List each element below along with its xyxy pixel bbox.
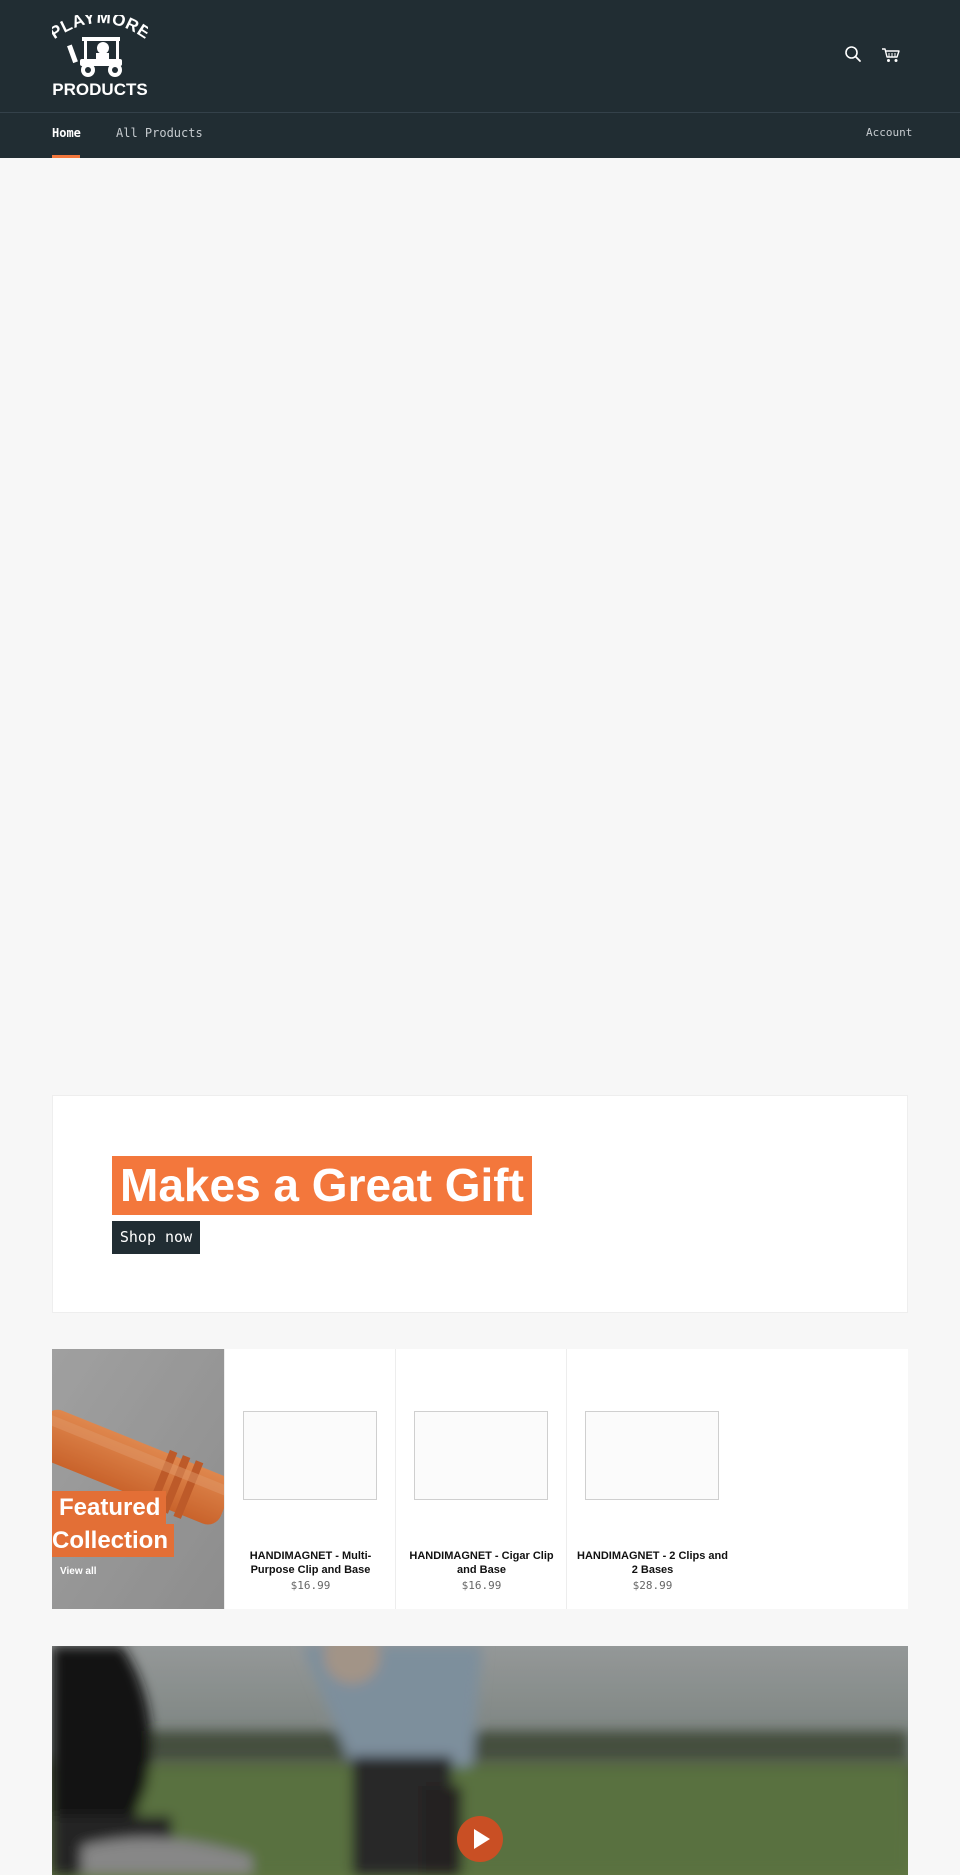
featured-collection-tile[interactable]: Featured Collection View all bbox=[52, 1349, 224, 1609]
nav-all-products-link[interactable]: All Products bbox=[116, 126, 203, 140]
featured-collection: Featured Collection View all HANDIMAGNET… bbox=[52, 1349, 908, 1609]
search-icon[interactable] bbox=[844, 45, 862, 63]
svg-text:PRODUCTS: PRODUCTS bbox=[52, 80, 147, 99]
cart-icon[interactable] bbox=[881, 47, 901, 63]
gift-banner-title: Makes a Great Gift bbox=[112, 1156, 532, 1215]
product-image-placeholder bbox=[243, 1411, 377, 1500]
featured-title-line2: Collection bbox=[52, 1524, 175, 1557]
product-card[interactable]: HANDIMAGNET - Multi-Purpose Clip and Bas… bbox=[224, 1349, 395, 1609]
video-section bbox=[52, 1646, 908, 1875]
product-card[interactable]: HANDIMAGNET - 2 Clips and 2 Bases $28.99 bbox=[566, 1349, 737, 1609]
account-link[interactable]: Account bbox=[866, 126, 912, 139]
product-name: HANDIMAGNET - Cigar Clip and Base bbox=[409, 1550, 554, 1576]
product-image-placeholder bbox=[414, 1411, 548, 1500]
site-header: PLAYMORE PRODUCTS bbox=[0, 0, 960, 112]
play-icon bbox=[474, 1829, 490, 1849]
product-name: HANDIMAGNET - 2 Clips and 2 Bases bbox=[577, 1550, 728, 1576]
product-image-placeholder bbox=[585, 1411, 719, 1500]
product-price: $28.99 bbox=[632, 1579, 673, 1592]
featured-title-line1: Featured bbox=[52, 1491, 167, 1524]
main-nav: Home All Products Account bbox=[0, 112, 960, 158]
view-all-link[interactable]: View all bbox=[60, 1566, 97, 1577]
nav-home-link[interactable]: Home bbox=[52, 126, 81, 140]
video-play-button[interactable] bbox=[457, 1816, 503, 1862]
product-card[interactable]: HANDIMAGNET - Cigar Clip and Base $16.99 bbox=[395, 1349, 566, 1609]
product-name: HANDIMAGNET - Multi-Purpose Clip and Bas… bbox=[249, 1550, 372, 1576]
shop-now-button[interactable]: Shop now bbox=[112, 1221, 200, 1254]
playmore-products-logo[interactable]: PLAYMORE PRODUCTS bbox=[52, 15, 148, 99]
hero-slideshow bbox=[0, 158, 960, 1048]
product-price: $16.99 bbox=[290, 1579, 331, 1592]
product-price: $16.99 bbox=[461, 1579, 502, 1592]
